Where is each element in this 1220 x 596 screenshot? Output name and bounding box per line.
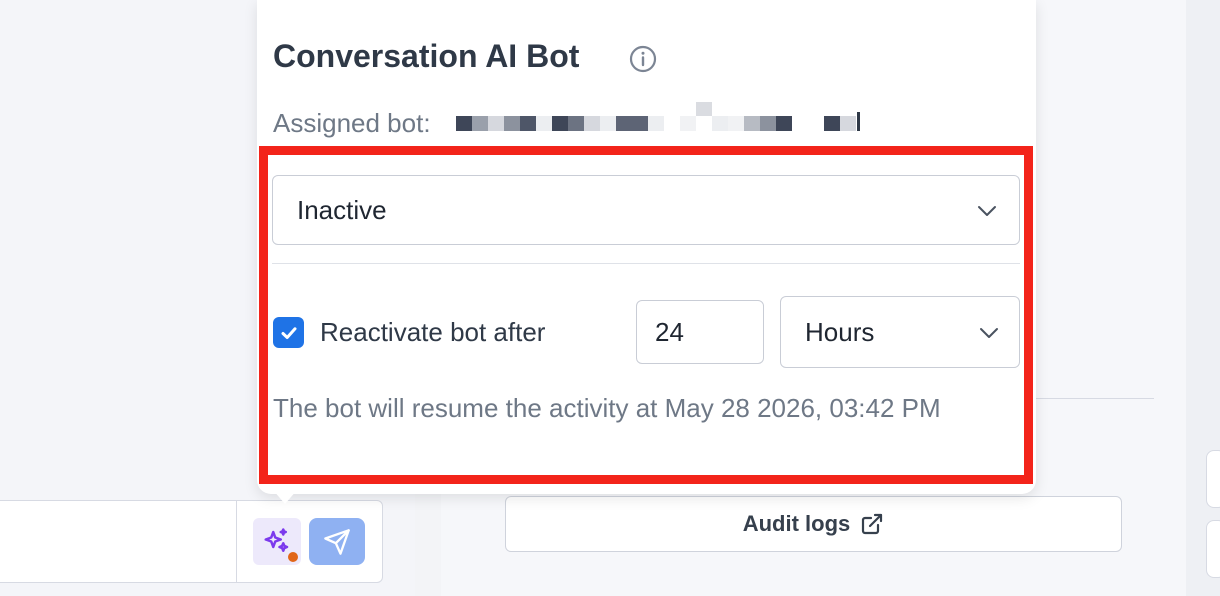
duration-unit-value: Hours: [805, 316, 875, 347]
bot-status-value: Inactive: [297, 194, 387, 225]
bot-status-select[interactable]: Inactive: [272, 175, 1020, 245]
external-link-icon: [862, 513, 883, 535]
check-icon: [281, 326, 296, 339]
composer-divider: [236, 501, 237, 582]
rail-tab[interactable]: [1206, 450, 1220, 508]
rail-tab[interactable]: [1206, 520, 1220, 578]
assigned-bot-label: Assigned bot:: [273, 108, 431, 138]
resume-info-text: The bot will resume the activity at May …: [273, 393, 941, 423]
chevron-down-icon: [980, 328, 998, 338]
popover-title: Conversation AI Bot: [273, 38, 580, 74]
send-icon: [324, 528, 350, 555]
duration-unit-select[interactable]: Hours: [780, 296, 1020, 368]
popover-arrow: [273, 490, 297, 504]
send-button[interactable]: [309, 518, 365, 565]
audit-logs-label: Audit logs: [742, 511, 851, 536]
audit-logs-button[interactable]: Audit logs: [505, 496, 1122, 552]
reactivate-checkbox[interactable]: [273, 317, 304, 348]
duration-input[interactable]: [636, 300, 764, 364]
redacted-bot-name: [456, 102, 860, 131]
section-divider: [272, 263, 1020, 264]
panel-divider: [1036, 398, 1154, 399]
chevron-down-icon: [978, 206, 996, 216]
reactivate-label: Reactivate bot after: [320, 317, 546, 347]
notification-dot: [286, 550, 300, 564]
info-icon[interactable]: [628, 44, 658, 74]
